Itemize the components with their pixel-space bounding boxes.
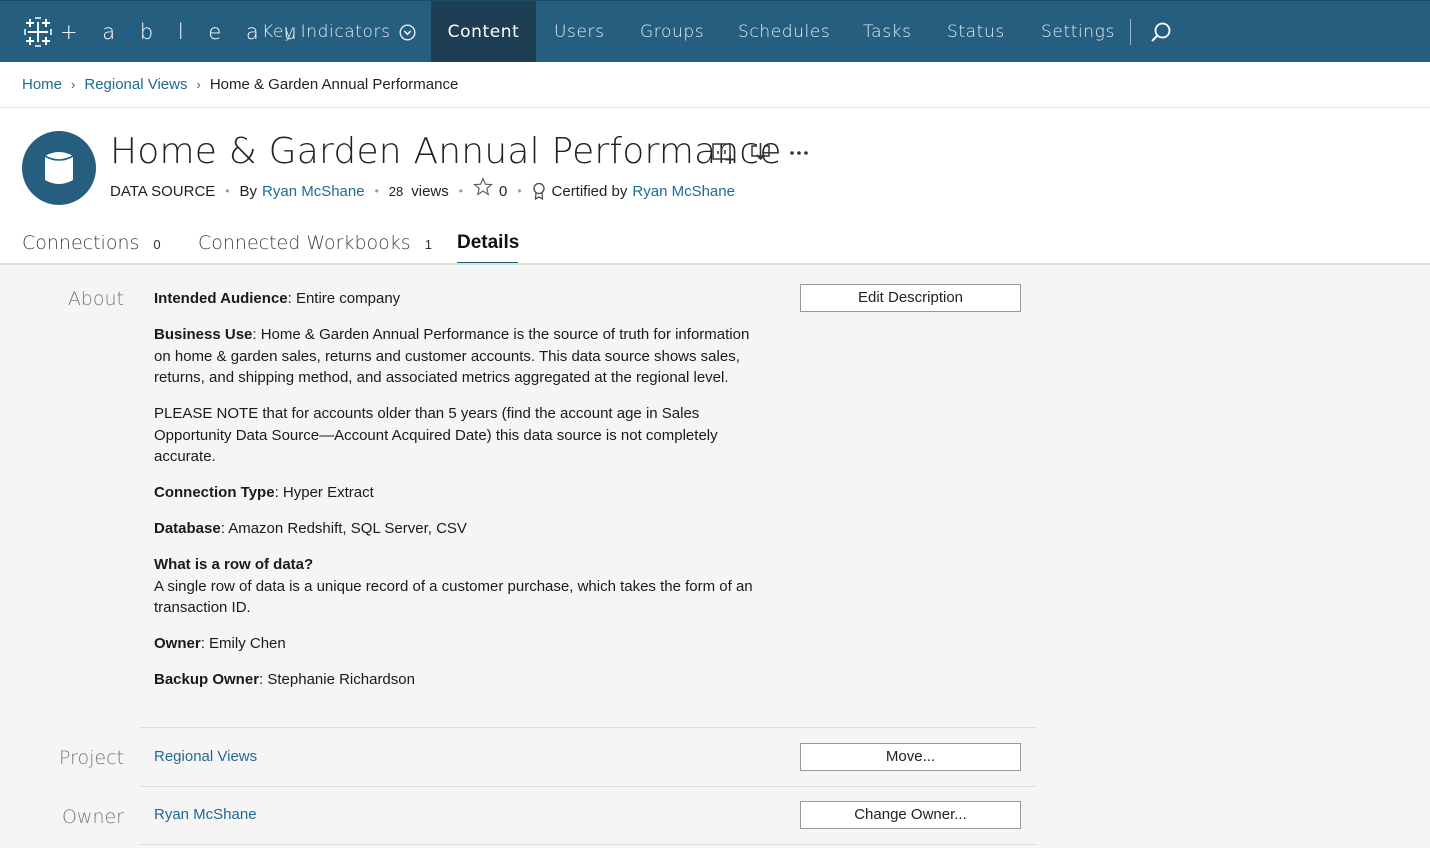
- certified-badge-icon: [532, 182, 546, 201]
- nav-content[interactable]: Content: [431, 1, 536, 63]
- search-icon[interactable]: [1150, 21, 1172, 43]
- about-description: Intended Audience: Entire company Busine…: [154, 288, 766, 705]
- section-divider: [140, 844, 1036, 845]
- new-workbook-icon[interactable]: [711, 141, 737, 165]
- by-label: By: [239, 182, 258, 200]
- chevron-down-circle-icon: [399, 23, 416, 41]
- page-header: Home & Garden Annual Performance DATA SO…: [0, 108, 1430, 265]
- change-owner-button[interactable]: Change Owner...: [800, 801, 1021, 829]
- tab-connections-count: 0: [153, 237, 161, 252]
- header-divider: [0, 263, 1430, 265]
- breadcrumb: Home › Regional Views › Home & Garden An…: [22, 76, 458, 93]
- dot-separator: •: [517, 184, 522, 198]
- owner-label: Owner: [61, 806, 124, 828]
- dot-separator: •: [374, 184, 379, 198]
- item-type: DATA SOURCE: [110, 182, 216, 200]
- move-button[interactable]: Move...: [800, 743, 1021, 771]
- breadcrumb-bar: Home › Regional Views › Home & Garden An…: [0, 62, 1430, 108]
- backup-owner-line: Backup Owner: Stephanie Richardson: [154, 671, 415, 688]
- tab-connected-workbooks-label: Connected Workbooks: [198, 232, 411, 254]
- breadcrumb-separator-icon: ›: [71, 77, 76, 92]
- section-divider: [140, 727, 1036, 728]
- tab-connected-workbooks-count: 1: [424, 237, 432, 252]
- nav-status[interactable]: Status: [947, 1, 1005, 63]
- nav-users[interactable]: Users: [554, 1, 605, 63]
- nav-key-indicators-label: Key Indicators: [262, 22, 391, 42]
- favorite-star-icon[interactable]: [473, 177, 493, 197]
- tab-details[interactable]: Details: [457, 232, 519, 254]
- dot-separator: •: [225, 184, 230, 198]
- row-of-data: What is a row of data? A single row of da…: [154, 556, 753, 616]
- certified-label: Certified by: [551, 182, 628, 200]
- favorites-count: 0: [498, 182, 508, 200]
- tab-details-label: Details: [457, 232, 520, 253]
- tab-connections-label: Connections: [22, 232, 140, 254]
- section-divider: [140, 786, 1036, 787]
- views-count: 28: [388, 183, 404, 199]
- tableau-logo-icon: [24, 17, 52, 47]
- nav-key-indicators[interactable]: Key Indicators: [262, 1, 416, 63]
- breadcrumb-home[interactable]: Home: [22, 76, 62, 93]
- certified-by-link[interactable]: Ryan McShane: [632, 183, 735, 200]
- nav-tasks[interactable]: Tasks: [863, 1, 912, 63]
- project-link[interactable]: Regional Views: [154, 748, 257, 765]
- project-label: Project: [58, 747, 124, 769]
- author-link[interactable]: Ryan McShane: [262, 183, 365, 200]
- nav-divider: [1130, 19, 1131, 45]
- metadata-row: DATA SOURCE • By Ryan McShane • 28 views…: [110, 177, 735, 201]
- tab-connected-workbooks[interactable]: Connected Workbooks 1: [198, 232, 432, 254]
- breadcrumb-regional-views[interactable]: Regional Views: [84, 76, 187, 93]
- database: Database: Amazon Redshift, SQL Server, C…: [154, 520, 467, 537]
- page-title: Home & Garden Annual Performance: [110, 131, 782, 172]
- edit-description-button[interactable]: Edit Description: [800, 284, 1021, 312]
- about-label: About: [67, 288, 124, 310]
- please-note: PLEASE NOTE that for accounts older than…: [154, 405, 718, 465]
- top-navigation-bar: + a b l e a u Key Indicators Content Use…: [0, 0, 1430, 63]
- nav-schedules[interactable]: Schedules: [738, 1, 830, 63]
- business-use: Business Use: Home & Garden Annual Perfo…: [154, 326, 750, 386]
- breadcrumb-current: Home & Garden Annual Performance: [209, 76, 459, 93]
- owner-line: Owner: Emily Chen: [154, 635, 286, 652]
- nav-groups[interactable]: Groups: [640, 1, 704, 63]
- data-source-icon: [22, 131, 96, 205]
- tab-connections[interactable]: Connections 0: [22, 232, 161, 254]
- breadcrumb-separator-icon: ›: [196, 77, 201, 92]
- more-actions-icon[interactable]: [789, 141, 815, 165]
- owner-link[interactable]: Ryan McShane: [154, 806, 257, 823]
- dot-separator: •: [458, 184, 463, 198]
- download-icon[interactable]: [749, 141, 775, 165]
- intended-audience: Intended Audience: Entire company: [154, 290, 401, 307]
- nav-settings[interactable]: Settings: [1041, 1, 1115, 63]
- connection-type: Connection Type: Hyper Extract: [154, 484, 374, 501]
- views-label: views: [411, 182, 449, 200]
